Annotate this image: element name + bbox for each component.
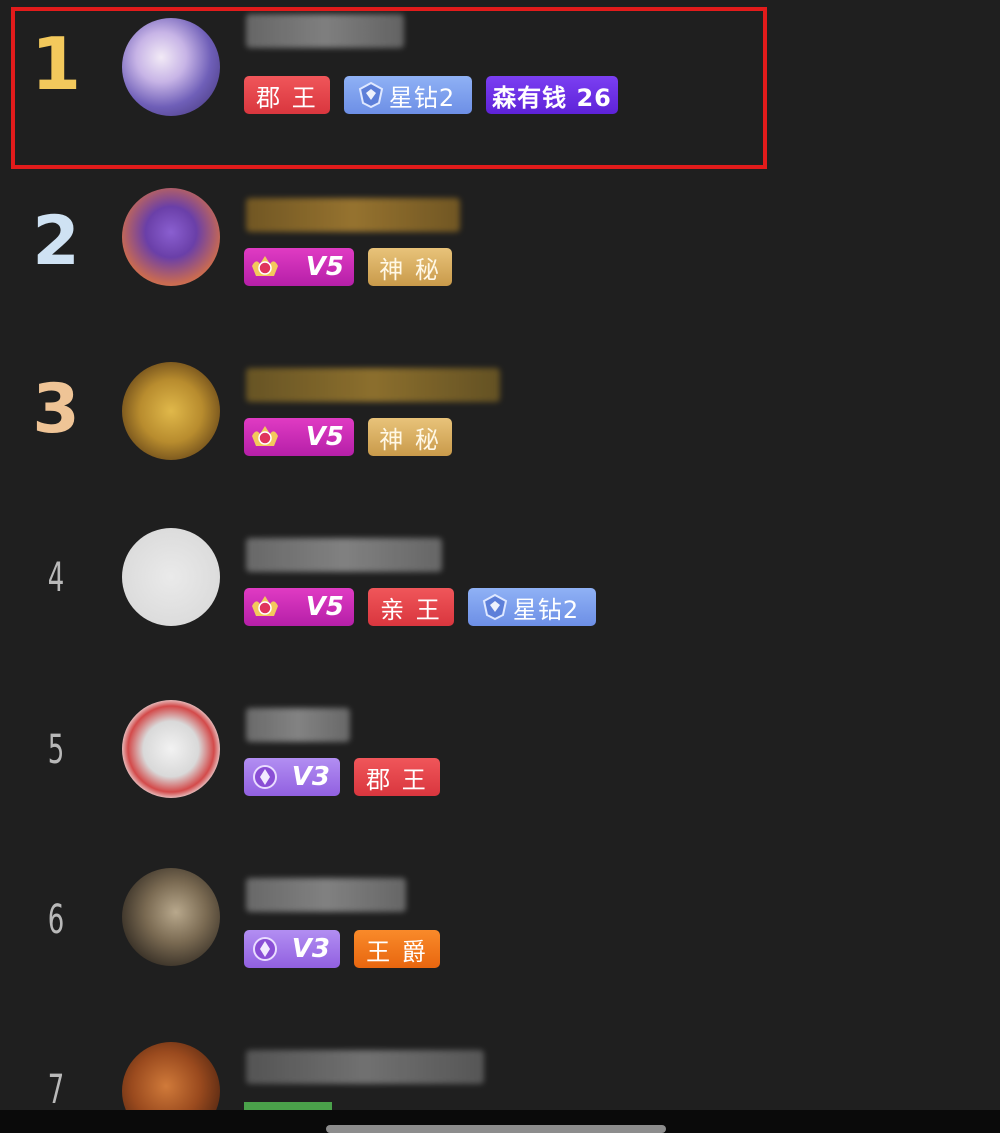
vip-level: V3 [291, 762, 330, 792]
leaderboard-row[interactable]: 7 [0, 1020, 1000, 1110]
vip-badge: V3 [244, 758, 340, 796]
badge-group: V5 神 秘 [244, 248, 452, 286]
leaderboard-row[interactable]: 3 V5 神 秘 [0, 340, 1000, 510]
username-blurred [246, 708, 350, 742]
badge-group: V5 神 秘 [244, 418, 452, 456]
badge-group: V3 王 爵 [244, 930, 440, 968]
username-blurred [246, 538, 442, 572]
vip-crest-icon [252, 596, 278, 616]
username-blurred [246, 368, 500, 402]
vip-level: V5 [305, 422, 344, 452]
leaderboard-row[interactable]: 6 V3 王 爵 [0, 850, 1000, 1020]
rank-number: 7 [47, 1067, 65, 1110]
username-blurred [246, 878, 406, 912]
badge-label: 星钻2 [512, 595, 580, 624]
badge-partial [244, 1102, 332, 1110]
rank-number: 3 [32, 370, 80, 449]
vip-badge: V5 [244, 418, 354, 456]
vip-level: V5 [305, 252, 344, 282]
rank-number: 5 [47, 727, 65, 773]
avatar[interactable] [122, 700, 220, 798]
username-blurred [246, 198, 460, 232]
star-diamond-badge: 星钻2 [468, 588, 596, 626]
vip-badge: V5 [244, 248, 354, 286]
leaderboard-row[interactable]: 2 V5 神 秘 [0, 170, 1000, 340]
avatar[interactable] [122, 188, 220, 286]
leaderboard-row[interactable]: 4 V5 亲 王 星钻2 [0, 510, 1000, 680]
badge-group: V3 郡 王 [244, 758, 440, 796]
avatar[interactable] [122, 868, 220, 966]
rank-number: 6 [47, 897, 65, 943]
title-badge: 王 爵 [354, 930, 440, 968]
title-badge: 郡 王 [354, 758, 440, 796]
mystery-badge: 神 秘 [368, 418, 452, 456]
vip-level: V3 [291, 934, 330, 964]
avatar[interactable] [122, 528, 220, 626]
badge-group: V5 亲 王 星钻2 [244, 588, 596, 626]
rank-number: 4 [47, 555, 65, 601]
vip-badge: V3 [244, 930, 340, 968]
vip-crest-icon [253, 765, 277, 789]
avatar[interactable] [122, 1042, 220, 1110]
rank-number: 2 [32, 202, 80, 281]
username-blurred [246, 1050, 484, 1084]
home-indicator[interactable] [326, 1125, 666, 1133]
highlight-box [11, 7, 767, 169]
mystery-badge: 神 秘 [368, 248, 452, 286]
avatar[interactable] [122, 362, 220, 460]
vip-crest-icon [252, 426, 278, 446]
vip-level: V5 [305, 592, 344, 622]
diamond-shield-icon [482, 593, 507, 621]
title-badge: 亲 王 [368, 588, 454, 626]
vip-badge: V5 [244, 588, 354, 626]
leaderboard-row[interactable]: 5 V3 郡 王 [0, 680, 1000, 850]
vip-crest-icon [252, 256, 278, 276]
vip-crest-icon [253, 937, 277, 961]
